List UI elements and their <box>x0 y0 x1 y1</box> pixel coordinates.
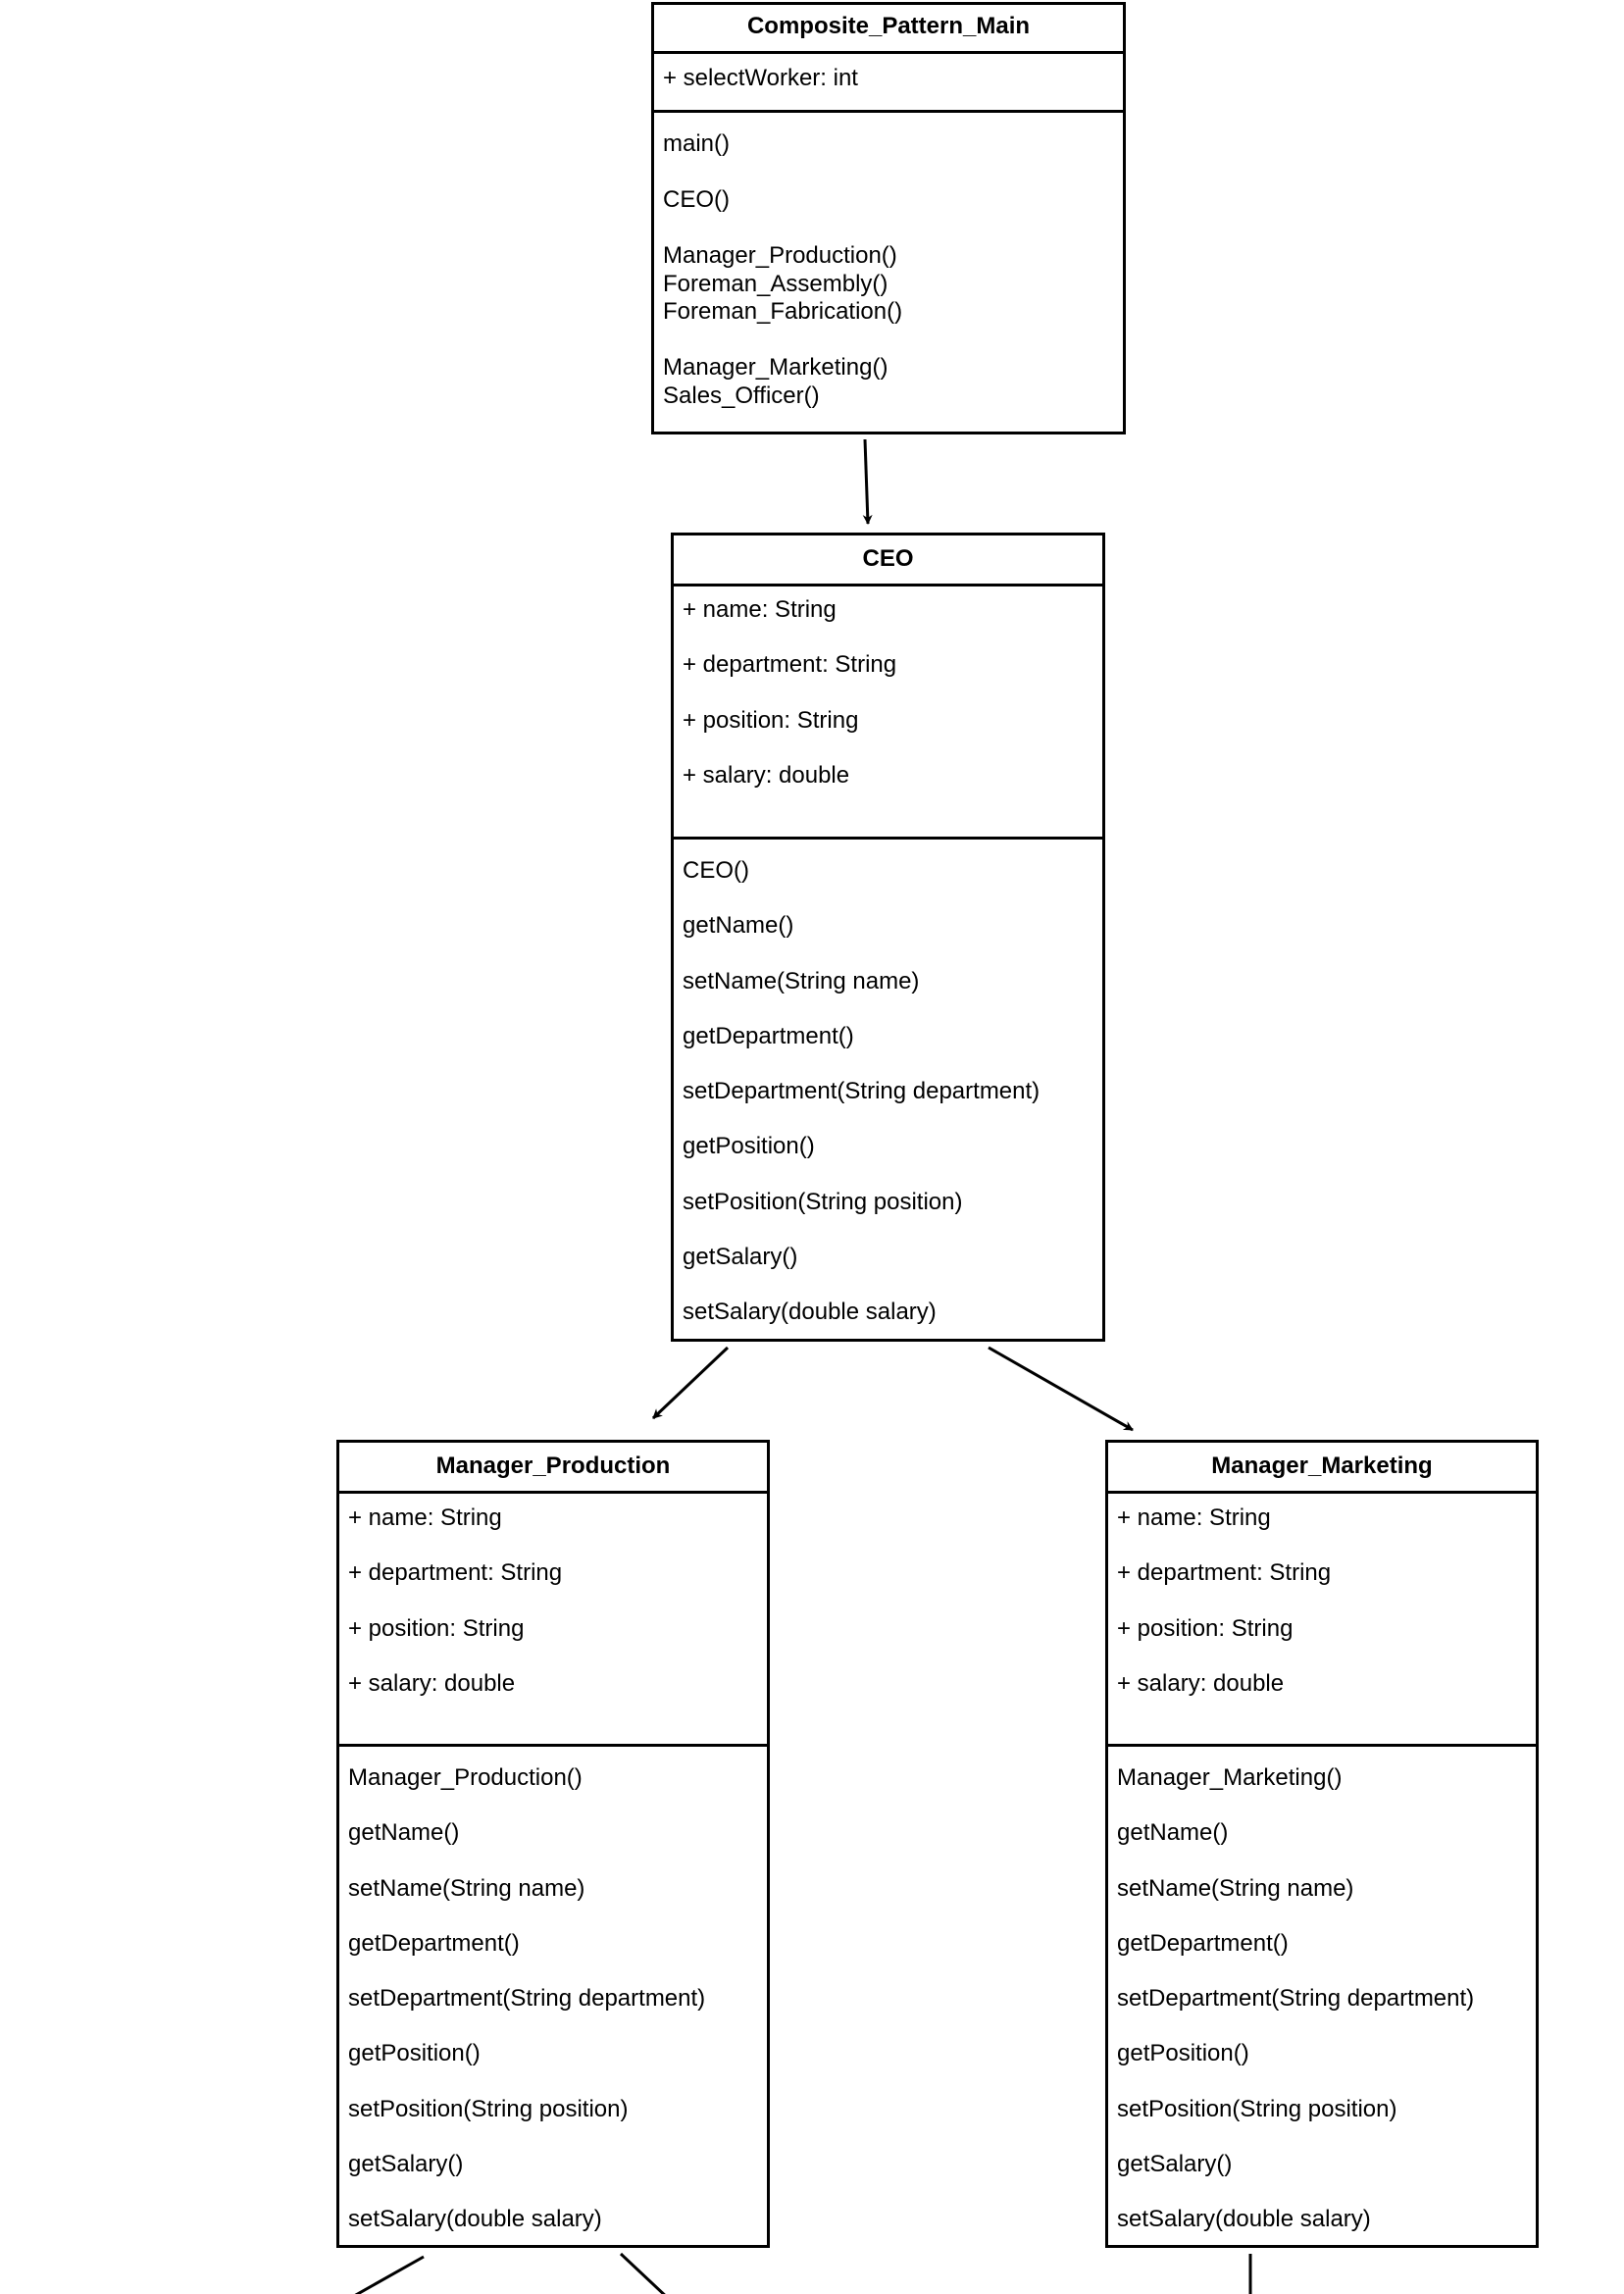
method: getSalary() <box>1117 2150 1233 2177</box>
method: main() <box>663 130 731 157</box>
method: getName() <box>683 912 794 940</box>
method: Manager_Marketing() <box>663 354 888 381</box>
class-title: CEO <box>862 545 914 572</box>
method: setPosition(String position) <box>683 1188 963 1215</box>
attribute: + department: String <box>1117 1559 1332 1587</box>
methods-divider <box>339 1744 767 1747</box>
methods-divider <box>1108 1744 1536 1747</box>
method: setSalary(double salary) <box>1117 2206 1371 2232</box>
method: getDepartment() <box>348 1929 520 1957</box>
method: Sales_Officer() <box>663 382 820 409</box>
class-title: Composite_Pattern_Main <box>746 13 1031 39</box>
attribute: + salary: double <box>683 761 850 789</box>
arrow-ceo-to-manager-production <box>651 1346 730 1420</box>
method: getPosition() <box>1117 2040 1249 2067</box>
title-divider <box>339 1491 767 1494</box>
line-manager-production-left-child <box>354 2255 425 2294</box>
arrow-main-to-ceo <box>862 438 873 525</box>
method: Manager_Production() <box>663 242 897 269</box>
attribute: + name: String <box>683 596 837 623</box>
method: setDepartment(String department) <box>683 1078 1040 1104</box>
method: setSalary(double salary) <box>348 2206 602 2232</box>
method: setDepartment(String department) <box>1117 1985 1475 2012</box>
attribute: + department: String <box>348 1559 563 1587</box>
attribute: + department: String <box>683 651 897 679</box>
methods-divider <box>674 837 1102 840</box>
title-divider <box>674 584 1102 586</box>
method: setName(String name) <box>1117 1874 1354 1902</box>
line-manager-production-right-child <box>619 2252 666 2294</box>
method: Foreman_Fabrication() <box>663 298 903 325</box>
method: getDepartment() <box>683 1022 854 1049</box>
attribute: + position: String <box>1117 1614 1294 1642</box>
attribute: + position: String <box>683 706 859 734</box>
class-title: Manager_Marketing <box>1211 1453 1433 1479</box>
attribute: + name: String <box>1117 1504 1271 1531</box>
method: CEO() <box>683 857 749 884</box>
method: Manager_Production() <box>348 1764 583 1791</box>
method: getSalary() <box>683 1243 798 1270</box>
method: setPosition(String position) <box>348 2095 629 2122</box>
method: getSalary() <box>348 2150 464 2177</box>
attribute: + salary: double <box>1117 1669 1285 1697</box>
attribute: + position: String <box>348 1614 525 1642</box>
method: getDepartment() <box>1117 1929 1289 1957</box>
methods-divider <box>654 110 1123 113</box>
method: CEO() <box>663 186 730 213</box>
title-divider <box>654 51 1123 54</box>
method: getName() <box>1117 1819 1229 1847</box>
attribute: + name: String <box>348 1504 502 1531</box>
method: getName() <box>348 1819 460 1847</box>
method: Foreman_Assembly() <box>663 270 888 297</box>
class-box-ceo: CEO + name: String + department: String + p… <box>671 533 1105 1342</box>
method: getPosition() <box>683 1133 815 1160</box>
method: setSalary(double salary) <box>683 1299 937 1325</box>
class-box-manager-marketing: Manager_Marketing + name: String + departm… <box>1105 1440 1539 2248</box>
class-box-composite-pattern-main: Composite_Pattern_Main + selectWorker: in… <box>651 2 1126 434</box>
method: setName(String name) <box>348 1874 585 1902</box>
title-divider <box>1108 1491 1536 1494</box>
method: setName(String name) <box>683 967 920 994</box>
class-title: Manager_Production <box>435 1453 671 1479</box>
class-box-manager-production: Manager_Production + name: String + depart… <box>336 1440 770 2248</box>
method: Manager_Marketing() <box>1117 1764 1343 1791</box>
attribute: + selectWorker: int <box>663 65 858 91</box>
method: setDepartment(String department) <box>348 1985 706 2012</box>
method: getPosition() <box>348 2040 481 2067</box>
attribute: + salary: double <box>348 1669 516 1697</box>
arrow-ceo-to-manager-marketing <box>988 1346 1134 1432</box>
method: setPosition(String position) <box>1117 2095 1397 2122</box>
